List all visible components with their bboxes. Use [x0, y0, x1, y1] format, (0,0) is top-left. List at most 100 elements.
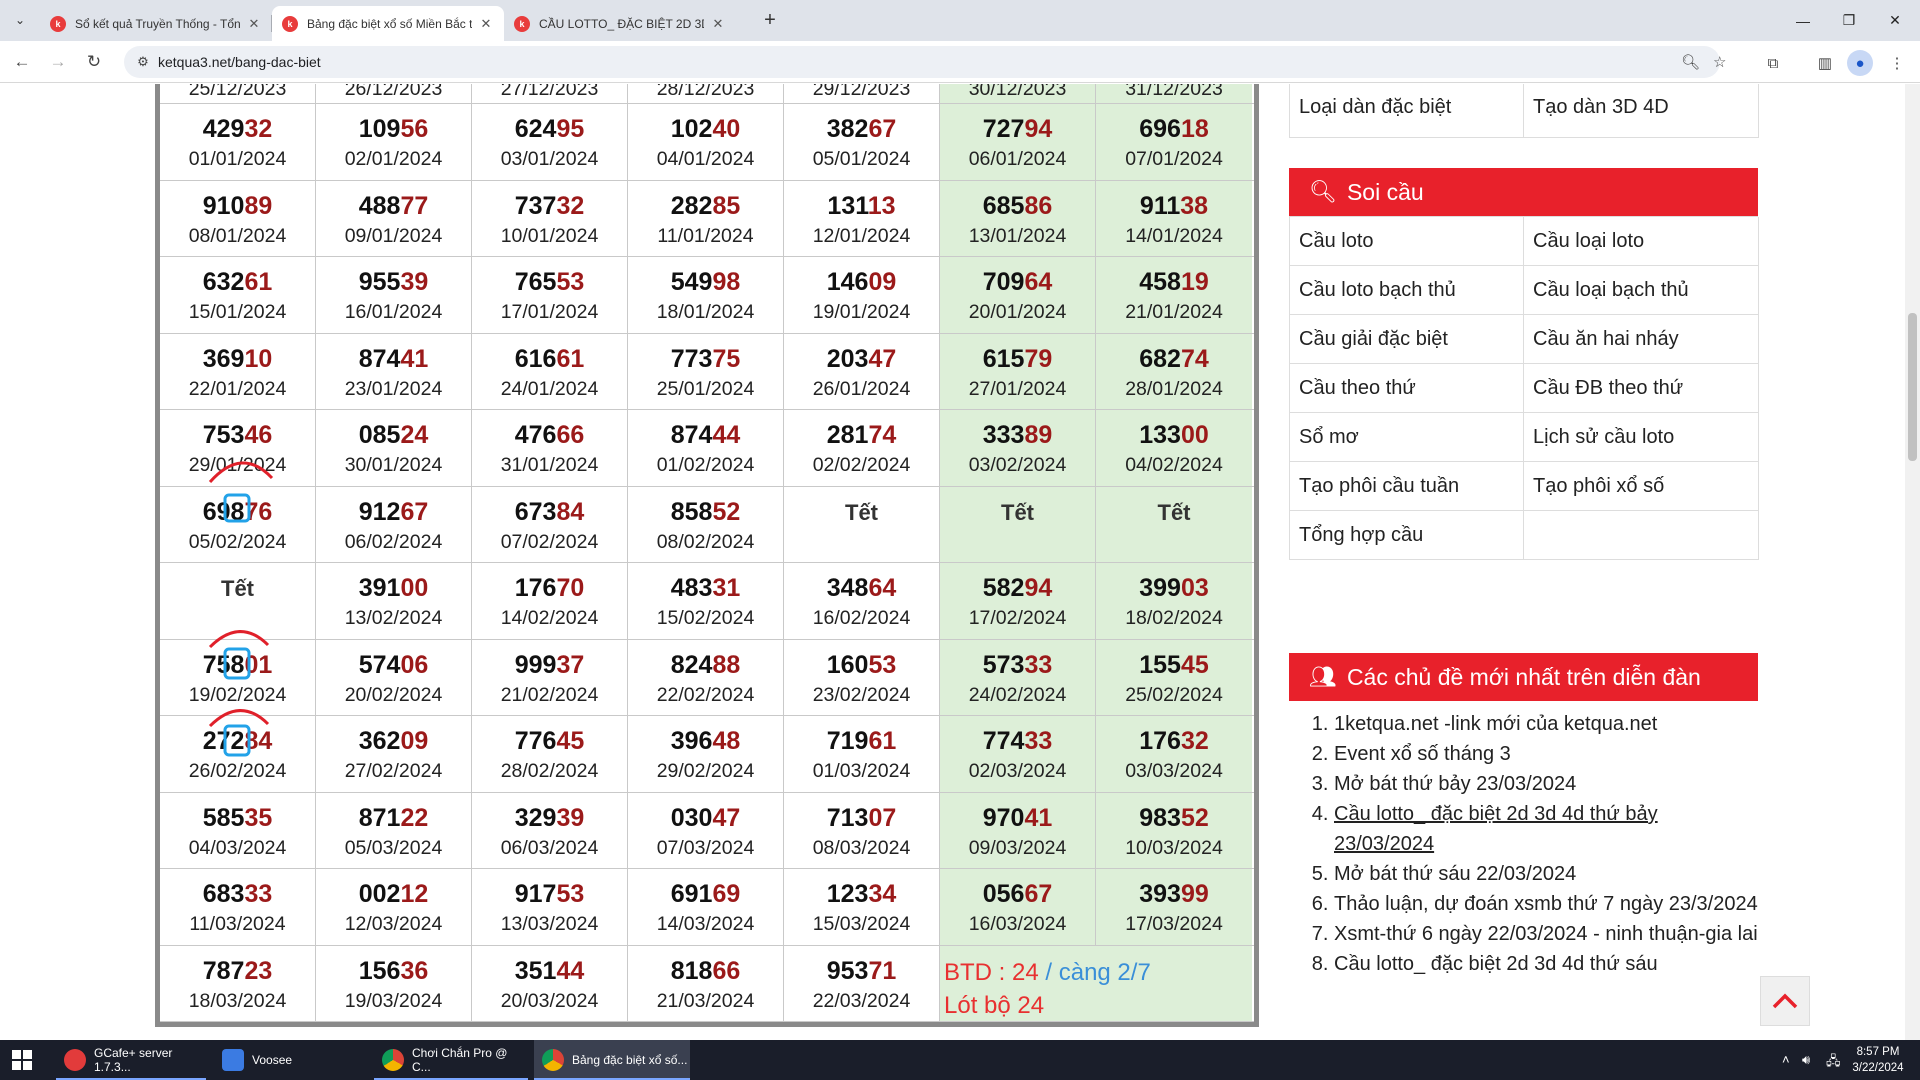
- close-window-button[interactable]: ✕: [1872, 0, 1918, 41]
- forum-topic-link[interactable]: Mở bát thứ sáu 22/03/2024: [1334, 863, 1576, 885]
- number-head: 573: [982, 650, 1025, 679]
- extensions-icon[interactable]: ⧉: [1760, 50, 1786, 76]
- result-date: 04/02/2024: [1125, 454, 1223, 476]
- tab-so-ket-qua[interactable]: k Sổ kết quả Truyền Thống - Tổng ✕: [40, 6, 272, 41]
- soi-cau-link[interactable]: Lịch sử cầu loto: [1524, 413, 1759, 462]
- forum-topic-item[interactable]: Event xổ số tháng 3: [1334, 739, 1758, 769]
- forum-topic-link[interactable]: Cầu lotto_ đặc biệt 2d 3d 4d thứ bảy 23/…: [1334, 803, 1658, 855]
- result-date: 16/02/2024: [812, 607, 911, 629]
- taskbar-app-chrome-2[interactable]: Bảng đặc biệt xổ số...: [534, 1040, 690, 1080]
- soi-cau-link[interactable]: Tạo phôi cầu tuần: [1290, 462, 1524, 511]
- taskbar-app-voosee[interactable]: Voosee: [214, 1040, 364, 1080]
- number-head: 002: [358, 880, 401, 908]
- soi-cau-link[interactable]: Cầu ăn hai nháy: [1524, 315, 1759, 364]
- result-date: 07/02/2024: [500, 530, 599, 553]
- special-number: 87122: [359, 803, 429, 834]
- forum-topic-link[interactable]: Cầu lotto_ đặc biệt 2d 3d 4d thứ sáu: [1334, 953, 1658, 975]
- side-panel-icon[interactable]: ▥: [1812, 50, 1838, 76]
- scroll-to-top-button[interactable]: [1760, 976, 1810, 1026]
- forum-topic-item[interactable]: 1ketqua.net -link mới của ketqua.net: [1334, 709, 1758, 739]
- soi-cau-link[interactable]: Tạo phôi xổ số: [1524, 462, 1759, 511]
- soi-cau-link[interactable]: Tổng hợp cầu: [1290, 511, 1524, 560]
- number-tail: 22: [400, 803, 429, 832]
- result-cell: 15636 19/03/2024: [316, 945, 472, 1021]
- forum-topic-link[interactable]: Xsmt-thứ 6 ngày 22/03/2024 - ninh thuận-…: [1334, 923, 1758, 945]
- taskbar-app-chrome-1[interactable]: Chơi Chắn Pro @ C...: [374, 1040, 528, 1080]
- soi-cau-link[interactable]: Cầu theo thứ: [1290, 364, 1524, 413]
- scrollbar-thumb[interactable]: [1908, 313, 1917, 461]
- forum-topic-item[interactable]: Cầu lotto_ đặc biệt 2d 3d 4d thứ bảy 23/…: [1334, 799, 1758, 859]
- vertical-scrollbar[interactable]: [1905, 84, 1920, 1040]
- number-head: 030: [670, 803, 713, 832]
- note-btd: BTD : 24: [944, 958, 1039, 986]
- result-cell: 78723 18/03/2024: [160, 945, 316, 1021]
- link-loai-dan-dac-biet[interactable]: Loại dàn đặc biệt: [1290, 84, 1524, 138]
- system-clock[interactable]: 8:57 PM 3/22/2024: [1848, 1044, 1908, 1076]
- soi-cau-link[interactable]: Cầu ĐB theo thứ: [1524, 364, 1759, 413]
- back-arrow-icon[interactable]: ←: [8, 48, 36, 76]
- network-icon[interactable]: 🖧: [1826, 1052, 1841, 1074]
- address-bar[interactable]: ⚙ ketqua3.net/bang-dac-biet: [124, 46, 1720, 78]
- result-cell: 48331 15/02/2024: [628, 563, 784, 639]
- soi-cau-link[interactable]: Cầu loại bạch thủ: [1524, 266, 1759, 315]
- tab-cau-lotto[interactable]: k CẦU LOTTO_ ĐẶC BIỆT 2D 3D 4 ✕: [504, 6, 736, 41]
- soi-cau-link[interactable]: Cầu loại loto: [1524, 217, 1759, 266]
- forum-topic-item[interactable]: Mở bát thứ bảy 23/03/2024: [1334, 769, 1758, 799]
- forum-topic-item[interactable]: Cầu lotto_ đặc biệt 2d 3d 4d thứ sáu: [1334, 949, 1758, 979]
- holiday-label: Tết: [221, 576, 254, 601]
- special-number: 35144: [515, 956, 585, 987]
- number-tail: 76: [244, 497, 273, 526]
- forum-topic-link[interactable]: Event xổ số tháng 3: [1334, 743, 1511, 765]
- tab-bang-dac-biet[interactable]: k Bảng đặc biệt xổ số Miền Bắc tr ✕: [272, 6, 504, 41]
- forum-topic-item[interactable]: Mở bát thứ sáu 22/03/2024: [1334, 859, 1758, 889]
- url-text[interactable]: ketqua3.net/bang-dac-biet: [158, 54, 321, 70]
- profile-avatar-icon[interactable]: ●: [1847, 50, 1873, 76]
- volume-icon[interactable]: 🔊︎: [1802, 1052, 1810, 1068]
- new-tab-button[interactable]: +: [758, 8, 782, 32]
- zoom-icon[interactable]: 🔍︎: [1681, 53, 1700, 71]
- forward-arrow-icon[interactable]: →: [44, 48, 72, 76]
- table-row: 75801 19/02/2024 57406 20/02/2024 99937 21/02…: [160, 639, 1254, 716]
- special-number: 39399: [1139, 879, 1209, 910]
- site-info-icon[interactable]: ⚙: [128, 54, 158, 70]
- restore-button[interactable]: ❐: [1826, 0, 1872, 41]
- result-date: 01/02/2024: [656, 454, 755, 476]
- chrome-icon: [542, 1049, 564, 1071]
- bookmark-star-icon[interactable]: ☆: [1713, 53, 1726, 71]
- tab-search-icon[interactable]: ⌄: [8, 8, 32, 32]
- special-number: 97041: [983, 803, 1053, 834]
- tab-close-icon[interactable]: ✕: [246, 16, 262, 32]
- forum-topic-link[interactable]: Mở bát thứ bảy 23/03/2024: [1334, 773, 1576, 795]
- result-cell: 69169 14/03/2024: [628, 869, 784, 945]
- special-number: 91138: [1140, 191, 1208, 222]
- link-tao-dan-3d-4d[interactable]: Tạo dàn 3D 4D: [1524, 84, 1759, 138]
- number-head: 382: [826, 115, 869, 143]
- tab-close-icon[interactable]: ✕: [478, 16, 494, 32]
- windows-start-icon[interactable]: [12, 1050, 32, 1070]
- soi-cau-link[interactable]: Cầu loto: [1290, 217, 1524, 266]
- result-date: 05/02/2024: [188, 530, 287, 553]
- forum-topic-item[interactable]: Thảo luận, dự đoán xsmb thứ 7 ngày 23/3/…: [1334, 889, 1758, 919]
- result-cell: 91138 14/01/2024: [1096, 180, 1252, 256]
- taskbar-app-gcafe[interactable]: GCafe+ server 1.7.3...: [56, 1040, 206, 1080]
- table-row: 68333 11/03/2024 00212 12/03/2024 91753 13/03…: [160, 869, 1254, 946]
- forum-topic-link[interactable]: Thảo luận, dự đoán xsmb thứ 7 ngày 23/3/…: [1334, 893, 1758, 915]
- holiday-label: Tết: [845, 499, 878, 525]
- number-head: 333: [982, 421, 1025, 449]
- special-number: 20347: [827, 344, 897, 375]
- forum-topic-item[interactable]: Xsmt-thứ 6 ngày 22/03/2024 - ninh thuận-…: [1334, 919, 1758, 949]
- number-tail: 53: [556, 268, 585, 296]
- reload-icon[interactable]: ↻: [80, 48, 108, 76]
- minimize-button[interactable]: —: [1780, 0, 1826, 41]
- menu-kebab-icon[interactable]: ⋮: [1884, 50, 1910, 76]
- soi-cau-link[interactable]: Cầu giải đặc biệt: [1290, 315, 1524, 364]
- forum-topic-link[interactable]: 1ketqua.net -link mới của ketqua.net: [1334, 713, 1657, 735]
- note-lot: Lót bộ 24: [944, 991, 1045, 1019]
- tab-close-icon[interactable]: ✕: [710, 16, 726, 32]
- tray-overflow-icon[interactable]: ˄: [1782, 1052, 1790, 1067]
- soi-cau-link[interactable]: Cầu loto bạch thủ: [1290, 266, 1524, 315]
- number-head: 758: [202, 650, 245, 679]
- special-number: 15545: [1139, 650, 1209, 681]
- number-head: 911: [1139, 191, 1181, 220]
- soi-cau-link[interactable]: Sổ mơ: [1290, 413, 1524, 462]
